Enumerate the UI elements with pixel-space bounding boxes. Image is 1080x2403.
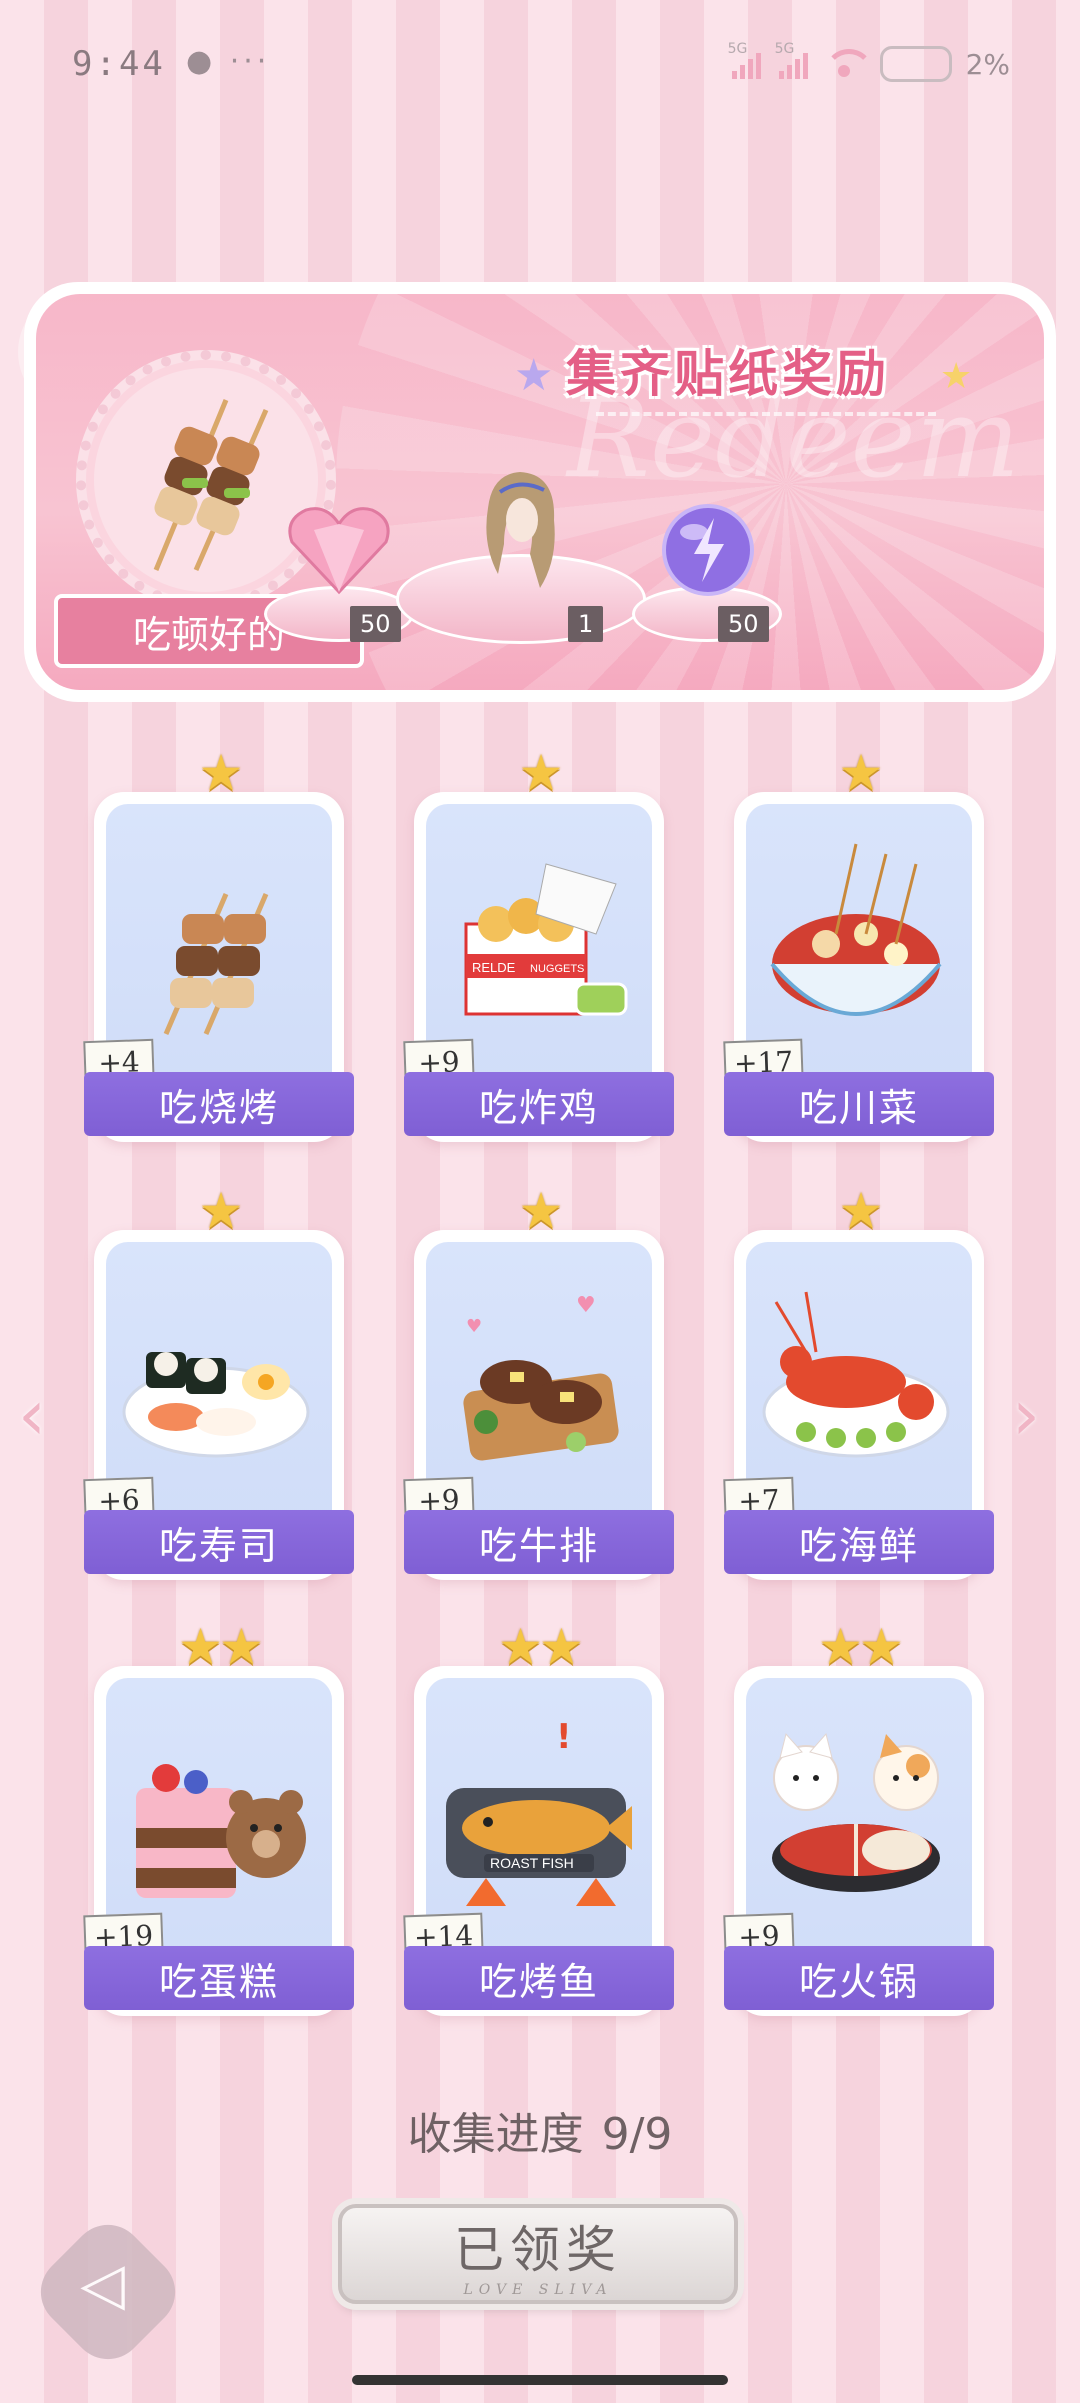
sticker-label: 吃烧烤 xyxy=(84,1072,354,1136)
star-rating-icon: ★ xyxy=(518,744,564,802)
status-time: 9:44 xyxy=(72,44,166,84)
svg-text:ROAST FISH: ROAST FISH xyxy=(490,1855,574,1871)
food-illustration-icon xyxy=(122,1352,310,1458)
star-deco-icon: ★ xyxy=(514,350,554,401)
sticker-label: 吃川菜 xyxy=(724,1072,994,1136)
star-rating-icon: ★ xyxy=(518,1182,564,1240)
hairstyle-icon xyxy=(486,472,555,588)
banner-title: 集齐贴纸奖励 xyxy=(566,345,890,403)
star-rating-icon: ★ xyxy=(838,744,884,802)
prev-page-arrow[interactable]: ‹ xyxy=(18,1374,46,1456)
reward-hairstyle[interactable]: 1 xyxy=(386,464,656,660)
sticker-card[interactable]: ROAST FISH! ★★ +14 吃烤鱼 xyxy=(403,1618,674,2016)
progress-label: 收集进度 xyxy=(407,2109,584,2160)
collection-progress: 收集进度 9/9 xyxy=(0,2098,1080,2162)
sticker-label: 吃寿司 xyxy=(84,1510,354,1574)
svg-text:♥: ♥ xyxy=(466,1316,482,1337)
sticker-card[interactable]: ★ +7 吃海鲜 xyxy=(723,1182,994,1580)
svg-text:♥: ♥ xyxy=(576,1293,596,1318)
star-rating-icon: ★★ xyxy=(818,1618,904,1676)
sticker-label: 吃火锅 xyxy=(724,1946,994,2010)
star-rating-icon: ★★ xyxy=(498,1618,584,1676)
sticker-card[interactable]: ★ +4 吃烧烤 xyxy=(83,744,354,1142)
status-bar: 9:44 ● ··· 5G 5G 2% xyxy=(0,0,1080,130)
reward-banner-inner: Redeem ★ 集齐贴纸奖励 ★ 吃顿好的 50 1 50 xyxy=(36,294,1044,690)
star-rating-icon: ★★ xyxy=(178,1618,264,1676)
back-button[interactable]: ◁ xyxy=(25,2209,191,2375)
sticker-label: 吃海鲜 xyxy=(724,1510,994,1574)
star-deco-icon: ★ xyxy=(940,356,973,397)
star-rating-icon: ★ xyxy=(198,1182,244,1240)
food-illustration-icon xyxy=(772,1732,940,1892)
signal-icon-2: 5G xyxy=(775,41,808,79)
claim-reward-button[interactable]: 已领奖 LOVE SLIVA xyxy=(338,2204,738,2304)
claim-button-label: 已领奖 xyxy=(454,2221,622,2279)
home-indicator xyxy=(352,2375,728,2385)
status-notification-dots: ● ··· xyxy=(186,44,271,79)
star-rating-icon: ★ xyxy=(838,1182,884,1240)
sticker-card[interactable]: ♥ ♥ ★ +9 吃牛排 xyxy=(403,1182,674,1580)
food-illustration-icon xyxy=(163,893,269,1035)
food-illustration-icon: ROAST FISH! xyxy=(446,1717,632,1906)
sticker-card[interactable]: RELDE NUGGETS ★ +9 吃炸鸡 xyxy=(403,744,674,1142)
sticker-card[interactable]: ★★ +19 吃蛋糕 xyxy=(83,1618,354,2016)
food-illustration-icon: RELDE NUGGETS xyxy=(464,863,628,1016)
signal-label-2: 5G xyxy=(774,41,795,57)
progress-value: 9/9 xyxy=(601,2109,673,2160)
reward-energy-orb[interactable]: 50 xyxy=(622,500,792,650)
sticker-card[interactable]: ★ +6 吃寿司 xyxy=(83,1182,354,1580)
back-arrow-icon: ◁ xyxy=(80,2249,125,2318)
sticker-card[interactable]: ★★ +9 吃火锅 xyxy=(723,1618,994,2016)
reward-count: 1 xyxy=(568,606,604,642)
food-illustration-icon xyxy=(762,1291,950,1458)
sticker-label: 吃牛排 xyxy=(404,1510,674,1574)
signal-label: 5G xyxy=(727,41,748,57)
wifi-icon xyxy=(822,49,874,79)
energy-orb-icon xyxy=(662,504,754,596)
status-icons: 5G 5G 2% xyxy=(728,41,1010,82)
food-illustration-icon xyxy=(136,1764,306,1898)
sticker-label: 吃烤鱼 xyxy=(404,1946,674,2010)
title-underline xyxy=(596,412,936,424)
reward-count: 50 xyxy=(718,606,769,642)
food-illustration-icon: ♥♥ xyxy=(463,1293,619,1461)
sticker-label: 吃蛋糕 xyxy=(84,1946,354,2010)
battery-icon xyxy=(879,46,952,82)
svg-text:!: ! xyxy=(556,1717,572,1757)
svg-text:RELDE: RELDE xyxy=(472,960,516,975)
claim-button-sub: LOVE SLIVA xyxy=(463,2282,613,2298)
star-rating-icon: ★ xyxy=(198,744,244,802)
svg-text:NUGGETS: NUGGETS xyxy=(530,963,584,975)
battery-percent: 2% xyxy=(965,47,1010,81)
sticker-label: 吃炸鸡 xyxy=(404,1072,674,1136)
next-page-arrow[interactable]: › xyxy=(1012,1374,1040,1456)
food-illustration-icon xyxy=(770,843,942,1016)
heart-gem-icon xyxy=(288,507,390,595)
reward-banner: Redeem ★ 集齐贴纸奖励 ★ 吃顿好的 50 1 50 xyxy=(24,282,1056,702)
signal-icon: 5G xyxy=(728,41,761,79)
sticker-card[interactable]: ★ +17 吃川菜 xyxy=(723,744,994,1142)
